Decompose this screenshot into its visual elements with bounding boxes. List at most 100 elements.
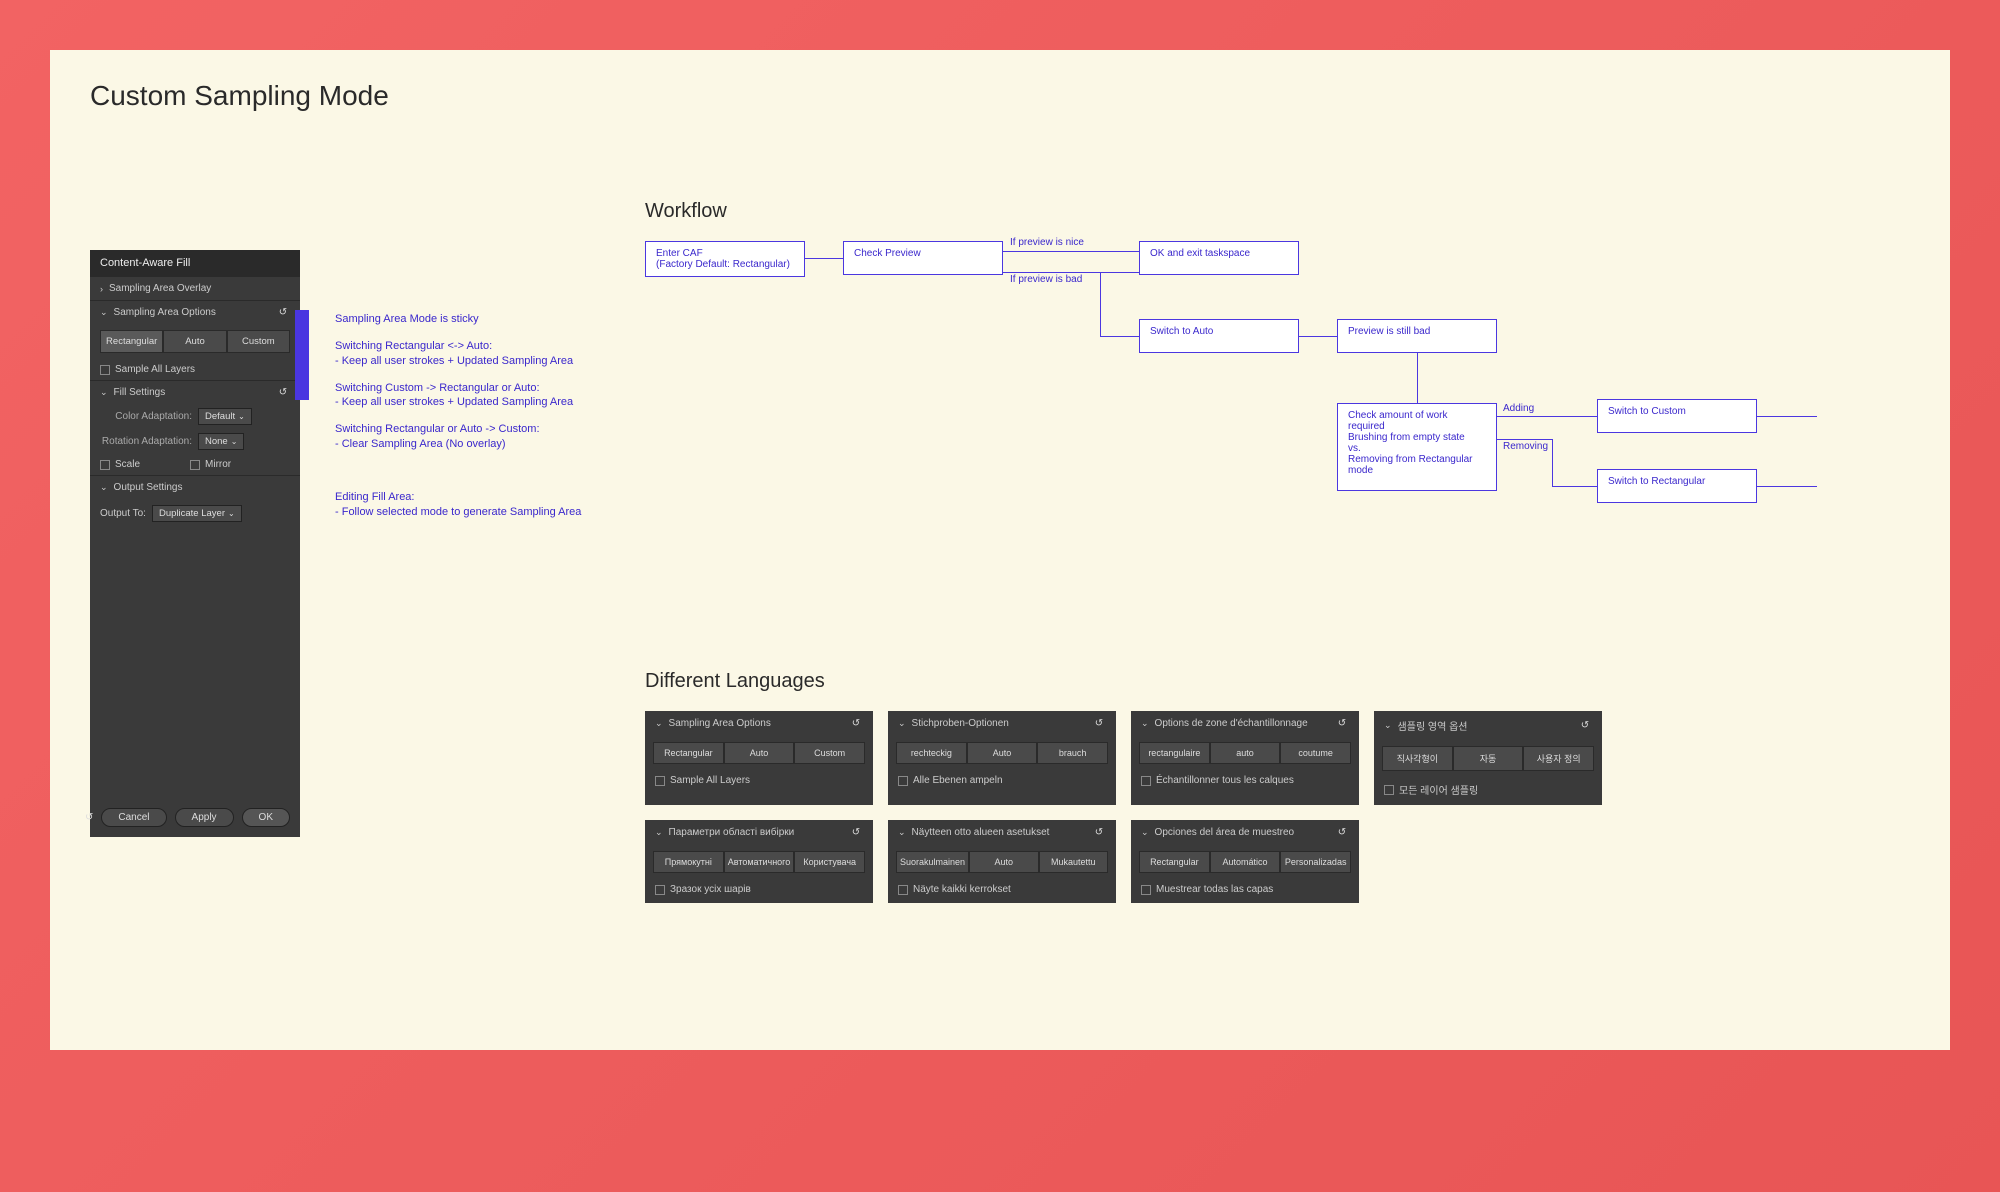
lang-seg-3[interactable]: coutume (1280, 742, 1351, 764)
lang-seg-1[interactable]: Rectangular (1139, 851, 1210, 873)
reset-icon[interactable]: ↺ (849, 718, 863, 729)
reset-icon[interactable]: ↺ (1092, 827, 1106, 838)
lang-seg-1[interactable]: Rectangular (653, 742, 724, 764)
languages-title: Different Languages (645, 670, 1645, 693)
apply-button[interactable]: Apply (175, 808, 234, 827)
section-overlay-label: Sampling Area Overlay (109, 283, 290, 294)
checkbox-scale[interactable] (100, 460, 110, 470)
caf-panel: Content-Aware Fill › Sampling Area Overl… (90, 250, 300, 837)
lang-head-label: Stichproben-Optionen (912, 718, 1092, 729)
lang-seg-3[interactable]: Mukautettu (1039, 851, 1108, 873)
flow-box-switch-auto: Switch to Auto (1139, 319, 1299, 353)
lang-head-label: Options de zone d'échantillonnage (1155, 718, 1335, 729)
lang-seg-1[interactable]: Прямокутні (653, 851, 724, 873)
caret-down-icon: ⌄ (238, 412, 245, 421)
lang-seg-3[interactable]: Користувача (794, 851, 865, 873)
lang-checkbox[interactable] (1384, 785, 1394, 795)
lang-seg-1[interactable]: Suorakulmainen (896, 851, 969, 873)
lang-checkbox[interactable] (655, 885, 665, 895)
lang-checkbox[interactable] (1141, 776, 1151, 786)
panel-header: Content-Aware Fill (90, 250, 300, 276)
rotation-adapt-dropdown[interactable]: None⌄ (198, 433, 244, 450)
output-to-label: Output To: (100, 508, 146, 519)
ok-button[interactable]: OK (242, 808, 290, 827)
flow-box-ok-exit: OK and exit taskspace (1139, 241, 1299, 275)
flow-box-switch-custom: Switch to Custom (1597, 399, 1757, 433)
reset-icon[interactable]: ↺ (849, 827, 863, 838)
reset-icon[interactable]: ↺ (1335, 827, 1349, 838)
reset-all-icon[interactable]: ↺ (85, 812, 93, 823)
section-output[interactable]: ⌄ Output Settings (90, 476, 300, 499)
lang-check-label: Sample All Layers (670, 775, 750, 786)
flow-box-still-bad: Preview is still bad (1337, 319, 1497, 353)
lang-check-label: Зразок усіх шарів (670, 884, 751, 895)
highlight-bar (295, 310, 309, 400)
chevron-down-icon: ⌄ (100, 482, 108, 493)
lang-seg-1[interactable]: rectangulaire (1139, 742, 1210, 764)
color-adapt-dropdown[interactable]: Default⌄ (198, 408, 252, 425)
lang-section-head[interactable]: ⌄ Options de zone d'échantillonnage↺ (1131, 711, 1359, 736)
lang-check-label: 모든 레이어 샘플링 (1399, 782, 1478, 797)
cancel-button[interactable]: Cancel (101, 808, 166, 827)
lang-section-head[interactable]: ⌄ Параметри області вибірки↺ (645, 820, 873, 845)
lang-check-label: Échantillonner tous les calques (1156, 775, 1294, 786)
chevron-down-icon: ⌄ (1141, 718, 1149, 729)
section-options[interactable]: ⌄ Sampling Area Options ↺ (90, 301, 300, 324)
lang-head-label: Sampling Area Options (669, 718, 849, 729)
lang-seg-3[interactable]: Personalizadas (1280, 851, 1351, 873)
lang-panel-0: ⌄Sampling Area Options↺ RectangularAutoCu… (645, 711, 873, 805)
lang-checkbox[interactable] (898, 885, 908, 895)
lang-panel-4: ⌄ Параметри області вибірки↺ ПрямокутніАвт… (645, 820, 873, 903)
lang-section-head[interactable]: ⌄Stichproben-Optionen↺ (888, 711, 1116, 736)
chevron-down-icon: ⌄ (1141, 827, 1149, 838)
annotation-notes: Sampling Area Mode is sticky Switching R… (335, 312, 595, 532)
lang-panel-2: ⌄ Options de zone d'échantillonnage↺ recta… (1131, 711, 1359, 805)
checkbox-mirror[interactable] (190, 460, 200, 470)
reset-icon[interactable]: ↺ (1335, 718, 1349, 729)
lang-checkbox[interactable] (898, 776, 908, 786)
workflow-diagram: Enter CAF(Factory Default: Rectangular) … (645, 241, 1845, 691)
lang-seg-2[interactable]: 자동 (1453, 746, 1524, 771)
reset-icon[interactable]: ↺ (276, 307, 290, 318)
caret-down-icon: ⌄ (228, 509, 235, 518)
lang-seg-2[interactable]: Automático (1210, 851, 1281, 873)
lang-section-head[interactable]: ⌄Sampling Area Options↺ (645, 711, 873, 736)
lang-seg-3[interactable]: Custom (794, 742, 865, 764)
seg-rectangular[interactable]: Rectangular (100, 330, 163, 353)
sample-all-label: Sample All Layers (115, 364, 195, 375)
lang-head-label: 샘플링 영역 옵션 (1398, 718, 1578, 733)
lang-panel-6: ⌄ Opciones del área de muestreo↺ Rectangul… (1131, 820, 1359, 903)
lang-checkbox[interactable] (655, 776, 665, 786)
reset-icon[interactable]: ↺ (1578, 720, 1592, 731)
lang-head-label: Параметри області вибірки (669, 827, 849, 838)
flow-label-nice: If preview is nice (1010, 237, 1084, 248)
mirror-label: Mirror (205, 459, 231, 470)
output-to-dropdown[interactable]: Duplicate Layer⌄ (152, 505, 242, 522)
lang-seg-2[interactable]: Auto (969, 851, 1038, 873)
seg-custom[interactable]: Custom (227, 330, 290, 353)
lang-seg-2[interactable]: auto (1210, 742, 1281, 764)
lang-seg-2[interactable]: Auto (967, 742, 1038, 764)
section-overlay[interactable]: › Sampling Area Overlay (90, 277, 300, 300)
chevron-down-icon: ⌄ (100, 387, 108, 398)
lang-section-head[interactable]: ⌄ Opciones del área de muestreo↺ (1131, 820, 1359, 845)
flow-box-switch-rect: Switch to Rectangular (1597, 469, 1757, 503)
section-fill[interactable]: ⌄ Fill Settings ↺ (90, 381, 300, 404)
lang-checkbox[interactable] (1141, 885, 1151, 895)
lang-seg-1[interactable]: 직사각형이 (1382, 746, 1453, 771)
lang-seg-2[interactable]: Auto (724, 742, 795, 764)
lang-seg-1[interactable]: rechteckig (896, 742, 967, 764)
lang-seg-2[interactable]: Автоматичного (724, 851, 795, 873)
lang-section-head[interactable]: ⌄Näytteen otto alueen asetukset↺ (888, 820, 1116, 845)
seg-auto[interactable]: Auto (163, 330, 226, 353)
lang-section-head[interactable]: ⌄샘플링 영역 옵션↺ (1374, 711, 1602, 740)
lang-panel-1: ⌄Stichproben-Optionen↺ rechteckigAutobrau… (888, 711, 1116, 805)
reset-icon[interactable]: ↺ (1092, 718, 1106, 729)
checkbox-sample-all[interactable] (100, 365, 110, 375)
lang-head-label: Opciones del área de muestreo (1155, 827, 1335, 838)
lang-seg-3[interactable]: 사용자 정의 (1523, 746, 1594, 771)
lang-seg-3[interactable]: brauch (1037, 742, 1108, 764)
chevron-down-icon: ⌄ (655, 827, 663, 838)
flow-label-adding: Adding (1503, 403, 1534, 414)
reset-icon[interactable]: ↺ (276, 387, 290, 398)
